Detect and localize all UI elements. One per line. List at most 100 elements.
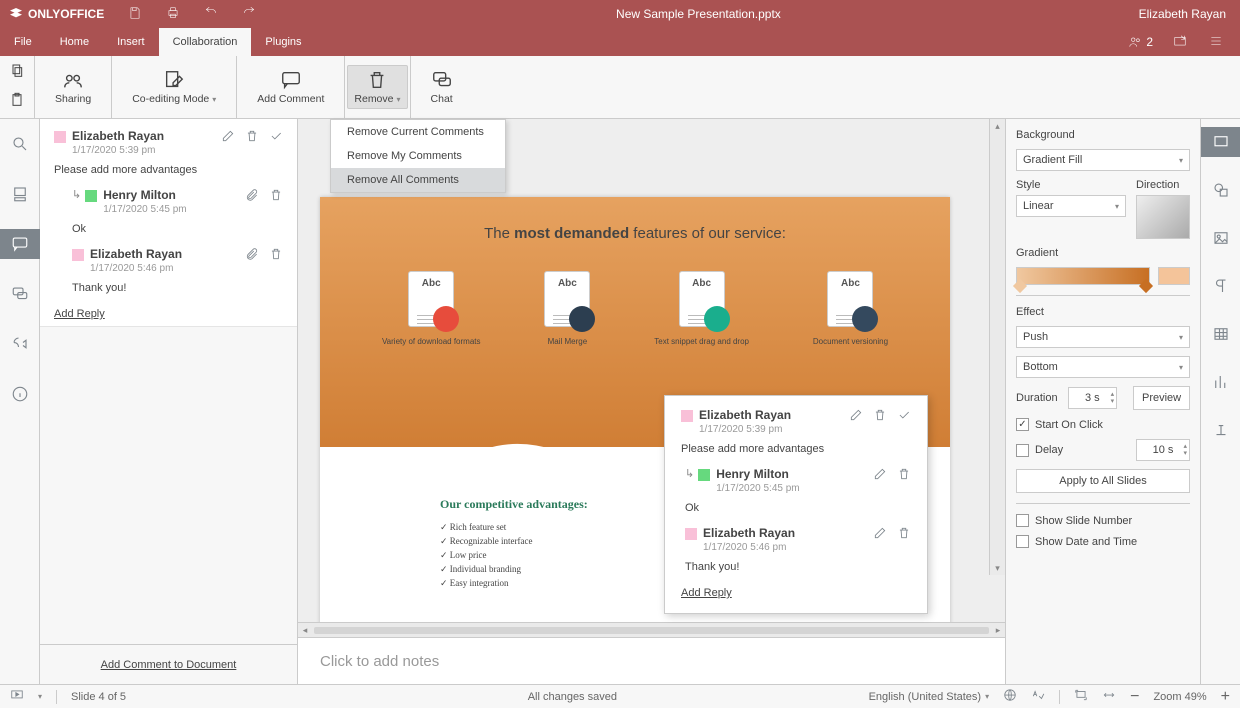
comments-icon[interactable] xyxy=(0,229,40,259)
attach-icon[interactable] xyxy=(245,188,259,205)
direction-label: Direction xyxy=(1136,179,1190,191)
reply-author: Henry Milton xyxy=(103,188,186,202)
textart-settings-icon[interactable] xyxy=(1201,415,1240,445)
reply-arrow-icon: ↳ xyxy=(72,188,81,201)
remove-my-comments[interactable]: Remove My Comments xyxy=(331,144,505,168)
gradient-slider[interactable] xyxy=(1016,267,1150,285)
direction-picker[interactable] xyxy=(1136,195,1190,239)
paragraph-settings-icon[interactable] xyxy=(1201,271,1240,301)
add-comment-button[interactable]: Add Comment xyxy=(251,66,330,108)
slide-settings-icon[interactable] xyxy=(1201,127,1240,157)
chevron-down-icon: ▾ xyxy=(397,95,401,104)
current-user[interactable]: Elizabeth Rayan xyxy=(1125,7,1240,21)
edit-icon[interactable] xyxy=(221,129,235,146)
redo-icon[interactable] xyxy=(241,6,257,23)
reply-arrow-icon: ↳ xyxy=(685,467,694,480)
chat-icon[interactable] xyxy=(0,279,40,309)
print-icon[interactable] xyxy=(165,6,181,23)
fit-slide-icon[interactable] xyxy=(1074,688,1088,705)
edit-icon[interactable] xyxy=(849,408,863,425)
remove-all-comments[interactable]: Remove All Comments xyxy=(331,168,505,192)
show-date-checkbox[interactable]: Show Date and Time xyxy=(1016,535,1190,548)
zoom-out-icon[interactable]: − xyxy=(1130,688,1139,706)
copy-icon[interactable] xyxy=(8,63,26,82)
main: Elizabeth Rayan 1/17/2020 5:39 pm Please… xyxy=(0,119,1240,684)
delay-checkbox[interactable]: Delay xyxy=(1016,444,1126,457)
spellcheck-icon[interactable] xyxy=(1031,688,1045,705)
delete-icon[interactable] xyxy=(269,247,283,264)
edit-icon[interactable] xyxy=(873,467,887,484)
fill-select[interactable]: Gradient Fill▾ xyxy=(1016,149,1190,171)
fit-width-icon[interactable] xyxy=(1102,688,1116,705)
chart-settings-icon[interactable] xyxy=(1201,367,1240,397)
add-reply-link[interactable]: Add Reply xyxy=(681,587,732,599)
globe-icon[interactable] xyxy=(1003,688,1017,705)
users-icon[interactable]: 2 xyxy=(1126,35,1153,49)
duration-input[interactable]: 3 s▴▾ xyxy=(1068,387,1118,409)
chat-button[interactable]: Chat xyxy=(425,66,459,108)
document-title: New Sample Presentation.pptx xyxy=(272,7,1124,21)
language-selector[interactable]: English (United States)▾ xyxy=(869,691,990,703)
slide-title: The most demanded features of our servic… xyxy=(320,197,950,243)
open-location-icon[interactable] xyxy=(1171,34,1189,51)
show-slide-number-checkbox[interactable]: Show Slide Number xyxy=(1016,514,1190,527)
tab-plugins[interactable]: Plugins xyxy=(251,28,315,56)
feedback-icon[interactable] xyxy=(0,329,40,359)
resolve-icon[interactable] xyxy=(897,408,911,425)
delete-icon[interactable] xyxy=(269,188,283,205)
remove-button[interactable]: Remove▾ xyxy=(347,65,407,109)
chevron-down-icon: ▾ xyxy=(212,95,216,104)
style-label: Style xyxy=(1016,179,1126,191)
slides-icon[interactable] xyxy=(0,179,40,209)
add-reply-link[interactable]: Add Reply xyxy=(54,308,105,320)
feature-item: AbcVariety of download formats xyxy=(382,271,481,346)
tab-collaboration[interactable]: Collaboration xyxy=(159,28,252,56)
left-tool-strip xyxy=(0,119,40,684)
effect-select[interactable]: Push▾ xyxy=(1016,326,1190,348)
vertical-scrollbar[interactable]: ▴▾ xyxy=(989,119,1005,575)
sharing-button[interactable]: Sharing xyxy=(49,66,97,108)
gradient-color[interactable] xyxy=(1158,267,1190,285)
reply-author: Elizabeth Rayan xyxy=(703,526,795,540)
preview-button[interactable]: Preview xyxy=(1133,386,1190,410)
coediting-button[interactable]: Co-editing Mode▾ xyxy=(126,66,222,108)
resolve-icon[interactable] xyxy=(269,129,283,146)
horizontal-scrollbar[interactable]: ◂▸ xyxy=(298,622,1005,637)
avatar xyxy=(698,469,710,481)
tab-insert[interactable]: Insert xyxy=(103,28,159,56)
delete-icon[interactable] xyxy=(245,129,259,146)
play-icon[interactable] xyxy=(10,688,24,705)
add-comment-to-document[interactable]: Add Comment to Document xyxy=(40,644,297,684)
statusbar: ▾ Slide 4 of 5 All changes saved English… xyxy=(0,684,1240,708)
paste-icon[interactable] xyxy=(8,92,26,111)
tab-file[interactable]: File xyxy=(0,28,46,56)
zoom-in-icon[interactable]: + xyxy=(1221,688,1230,706)
delete-icon[interactable] xyxy=(897,467,911,484)
apply-all-button[interactable]: Apply to All Slides xyxy=(1016,469,1190,493)
edit-icon[interactable] xyxy=(873,526,887,543)
effect-dir-select[interactable]: Bottom▾ xyxy=(1016,356,1190,378)
slide-indicator: Slide 4 of 5 xyxy=(71,691,126,703)
image-settings-icon[interactable] xyxy=(1201,223,1240,253)
delete-icon[interactable] xyxy=(897,526,911,543)
style-select[interactable]: Linear▾ xyxy=(1016,195,1126,217)
save-icon[interactable] xyxy=(127,6,143,23)
zoom-level[interactable]: Zoom 49% xyxy=(1153,691,1206,703)
right-panel: Background Gradient Fill▾ Style Linear▾ … xyxy=(1005,119,1200,684)
gradient-label: Gradient xyxy=(1016,247,1190,259)
search-icon[interactable] xyxy=(0,129,40,159)
attach-icon[interactable] xyxy=(245,247,259,264)
undo-icon[interactable] xyxy=(203,6,219,23)
remove-current-comments[interactable]: Remove Current Comments xyxy=(331,120,505,144)
avatar xyxy=(85,190,97,202)
menu-icon[interactable] xyxy=(1207,34,1225,51)
notes-area[interactable]: Click to add notes xyxy=(298,637,1005,684)
about-icon[interactable] xyxy=(0,379,40,409)
comment-text: Please add more advantages xyxy=(681,443,911,455)
delay-input[interactable]: 10 s▴▾ xyxy=(1136,439,1190,461)
tab-home[interactable]: Home xyxy=(46,28,103,56)
table-settings-icon[interactable] xyxy=(1201,319,1240,349)
start-on-click-checkbox[interactable]: ✓Start On Click xyxy=(1016,418,1190,431)
delete-icon[interactable] xyxy=(873,408,887,425)
shape-settings-icon[interactable] xyxy=(1201,175,1240,205)
